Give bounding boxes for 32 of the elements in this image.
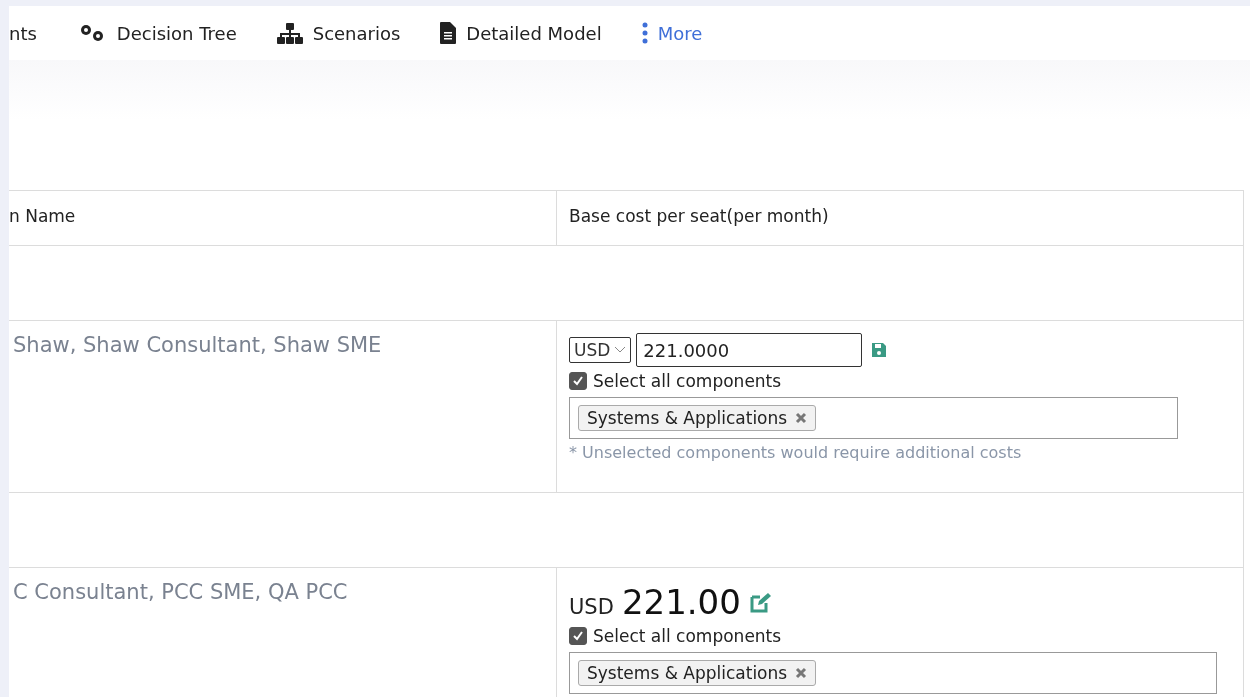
tag: Systems & Applications: [578, 660, 817, 686]
note-text: * Unselected components would require additional costs: [569, 443, 1023, 462]
role-names: C Consultant, PCC SME, QA PCC: [13, 580, 348, 604]
more-dots-icon: [641, 22, 648, 44]
checkbox-label: Select all components: [593, 626, 782, 646]
tag: Systems & Applications: [578, 405, 817, 431]
check-icon: [572, 630, 584, 642]
hierarchy-icon: [276, 22, 303, 44]
column-header: n Name: [9, 206, 76, 226]
tag-field[interactable]: Systems & Applications: [569, 397, 1178, 439]
checkbox-label: Select all components: [593, 371, 782, 391]
remove-icon[interactable]: [795, 412, 808, 424]
role-names: Shaw, Shaw Consultant, Shaw SME: [13, 333, 382, 357]
cost-value: 221.00: [621, 582, 741, 622]
more-link[interactable]: More: [641, 22, 703, 44]
chevron-down-icon: [614, 346, 627, 354]
check-icon: [572, 375, 584, 387]
save-icon[interactable]: [871, 342, 888, 358]
currency-label: USD: [569, 595, 614, 619]
nav-tab[interactable]: nts: [9, 22, 37, 44]
checkbox[interactable]: [569, 372, 587, 390]
edit-icon[interactable]: [748, 592, 771, 614]
remove-icon[interactable]: [795, 667, 808, 679]
column-header: Base cost per seat(per month): [569, 206, 829, 226]
cost-input[interactable]: 221.0000: [636, 333, 863, 367]
nav-tab[interactable]: Decision Tree: [76, 22, 237, 44]
document-icon: [440, 22, 457, 44]
currency-select[interactable]: USD: [569, 337, 632, 363]
nav-tab[interactable]: Scenarios: [276, 22, 401, 44]
tag-field[interactable]: Systems & Applications: [569, 652, 1217, 694]
nav-tab[interactable]: Detailed Model: [440, 22, 602, 44]
checkbox[interactable]: [569, 627, 587, 645]
